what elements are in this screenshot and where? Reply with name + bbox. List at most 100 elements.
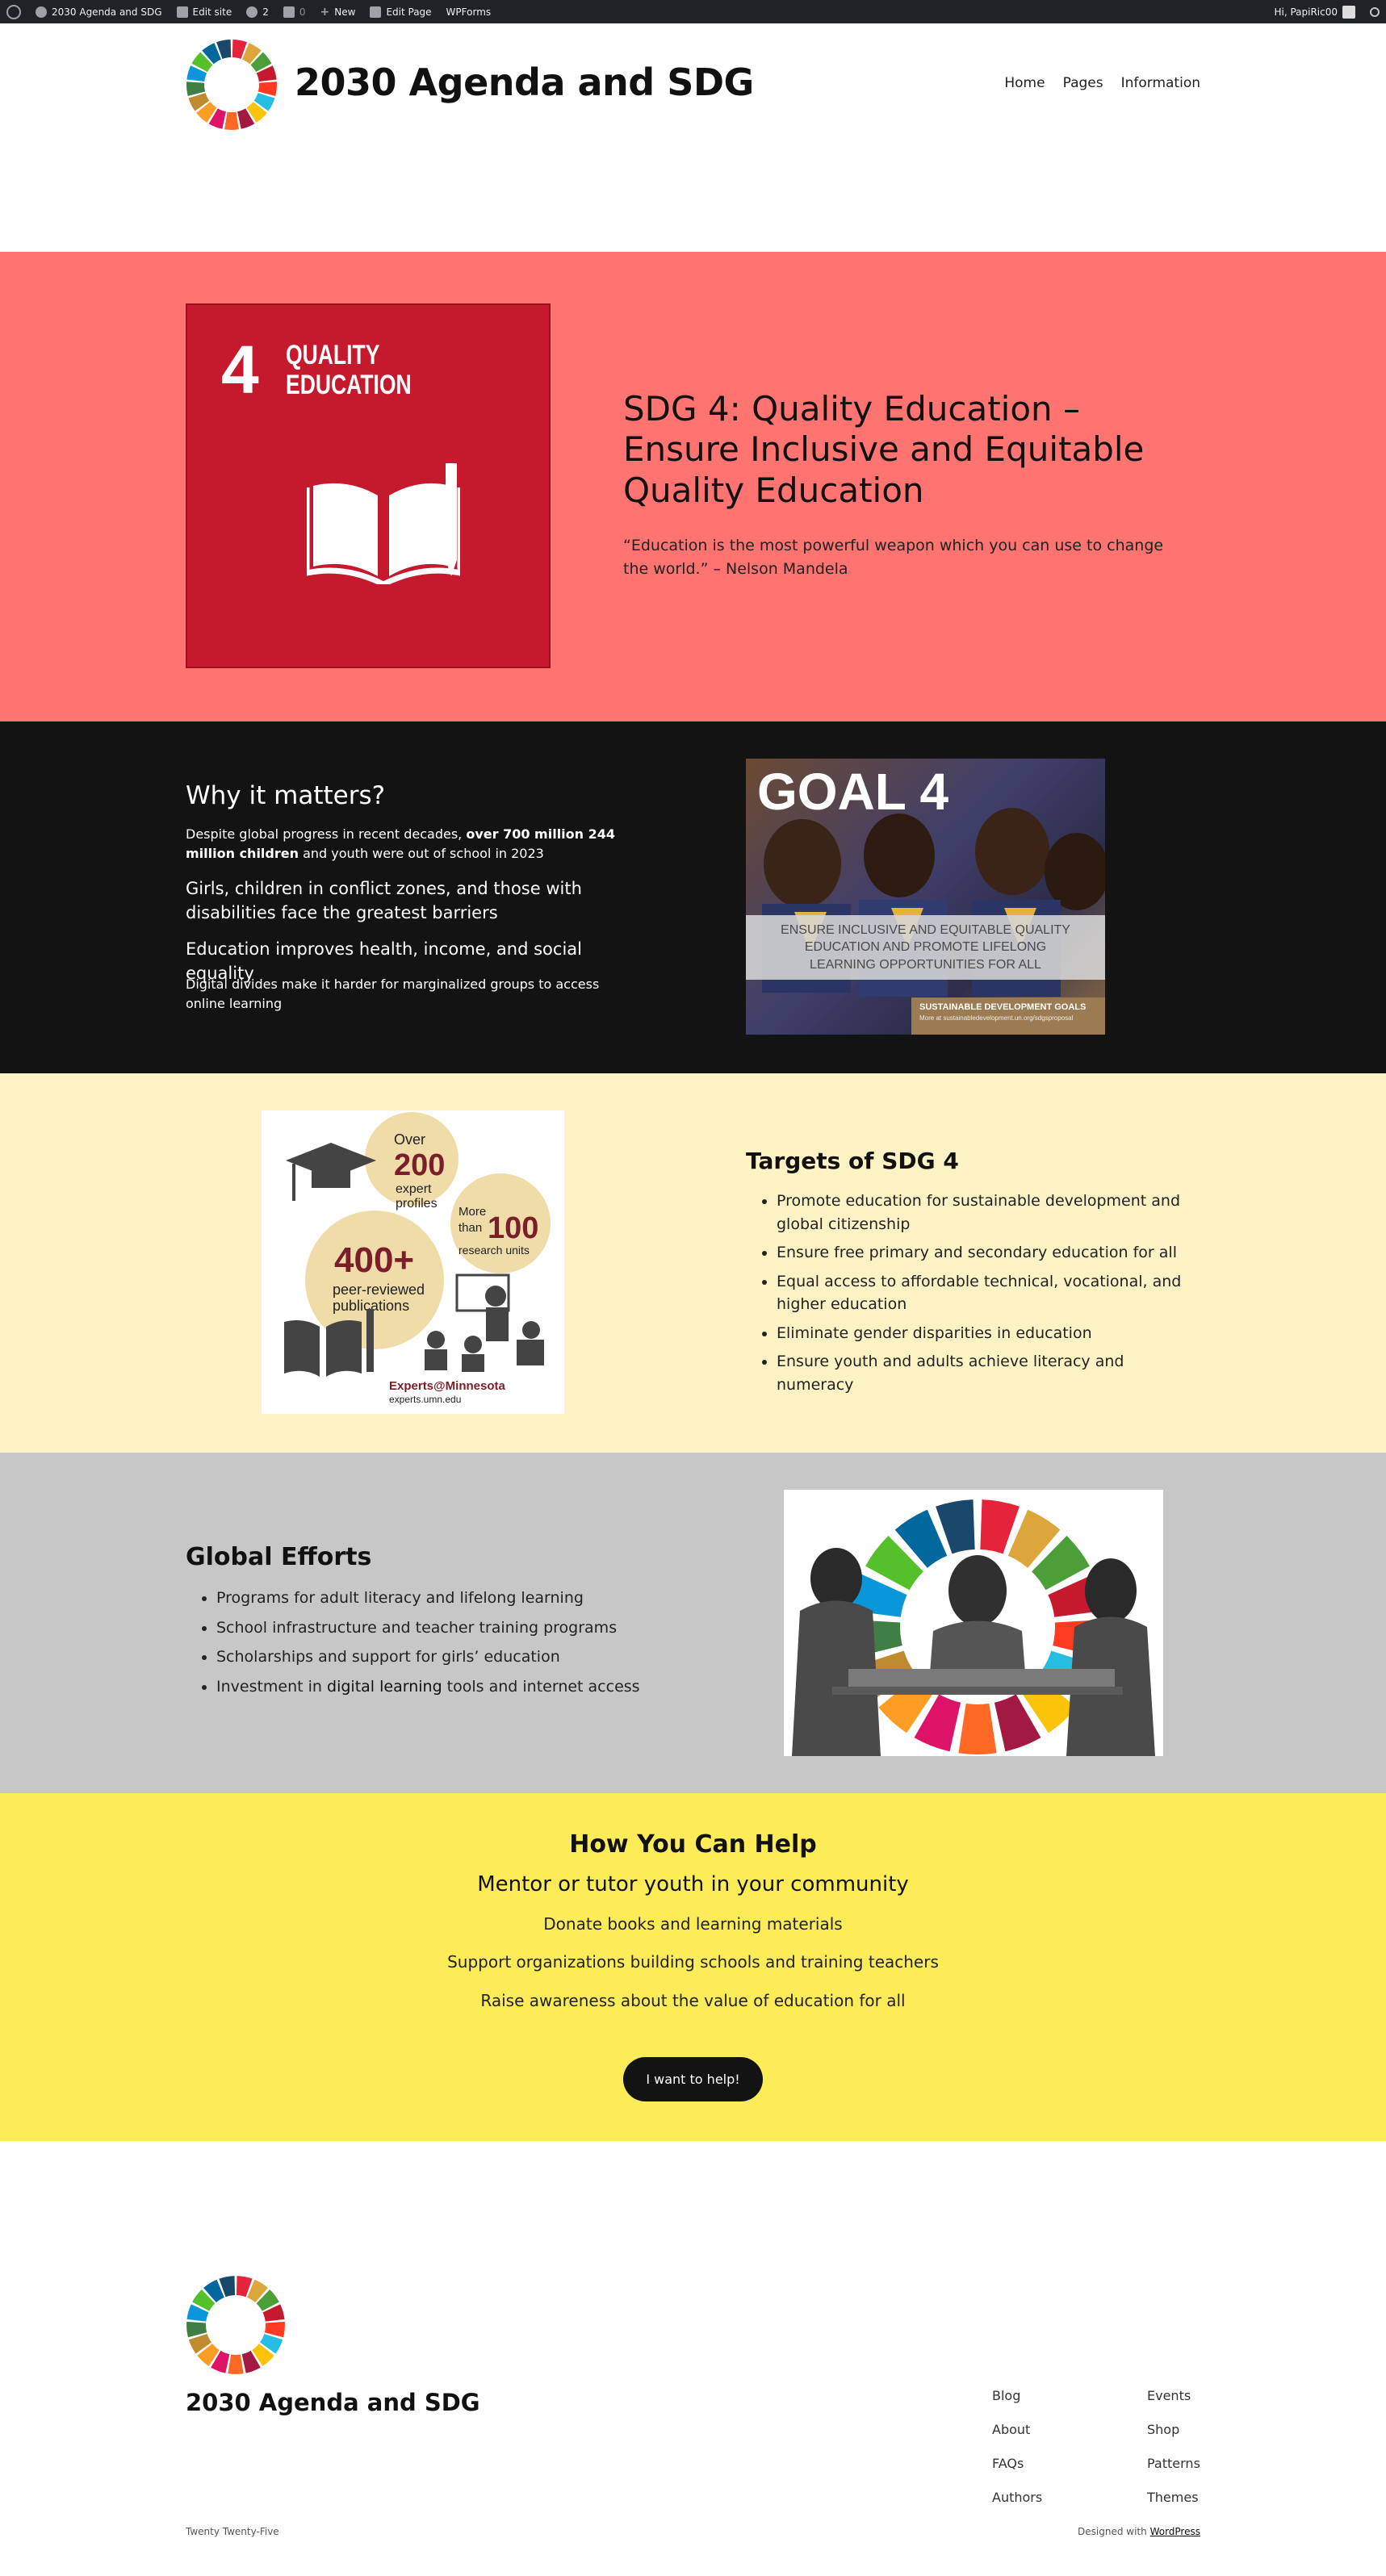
why-section: Why it matters? Despite global progress … (0, 721, 1386, 1073)
list-item: Ensure youth and adults achieve literacy… (777, 1350, 1196, 1396)
experts-brand: Experts@Minnesota (389, 1379, 505, 1393)
students-wheel-photo (784, 1490, 1163, 1756)
wheel-segment (228, 2354, 244, 2374)
new-label: New (334, 6, 356, 18)
edit-site-link[interactable]: Edit site (176, 6, 232, 18)
list-item: School infrastructure and teacher traini… (216, 1616, 685, 1640)
experts-url: experts.umn.edu (389, 1394, 461, 1405)
list-item: Equal access to affordable technical, vo… (777, 1270, 1196, 1316)
comments-link[interactable]: 0 (283, 6, 306, 18)
why-paragraph-2: Girls, children in conflict zones, and t… (186, 879, 582, 923)
main-nav: Home Pages Information (1004, 75, 1200, 91)
edit-page-link[interactable]: Edit Page (370, 6, 432, 18)
list-item: Investment in digital learning tools and… (216, 1675, 685, 1699)
global-item4-prefix: Investment in (216, 1677, 328, 1696)
help-heading: How You Can Help (569, 1830, 817, 1859)
footer-link-blog[interactable]: Blog (992, 2390, 1042, 2423)
site-title[interactable]: 2030 Agenda and SDG (295, 61, 754, 104)
footer-nav-col-1: Blog About FAQs Authors (992, 2390, 1042, 2525)
sdg4-card-image: 4 QUALITY EDUCATION (186, 303, 551, 668)
targets-section: Over 200 expert profiles More than 100 r… (0, 1073, 1386, 1453)
sdg-card-number: 4 (221, 332, 259, 408)
goal-image-title: GOAL 4 (757, 763, 949, 821)
why-p1-prefix: Despite global progress in recent decade… (186, 826, 467, 842)
nav-information[interactable]: Information (1121, 75, 1200, 91)
dashboard-icon (36, 6, 47, 18)
digital-learning-link[interactable]: digital learning (327, 1678, 442, 1696)
brush-icon (176, 6, 188, 18)
list-item: Eliminate gender disparities in educatio… (777, 1322, 1196, 1345)
footer-link-faqs[interactable]: FAQs (992, 2457, 1042, 2491)
hero-quote: “Education is the most powerful weapon w… (623, 537, 1164, 578)
footer-link-about[interactable]: About (992, 2423, 1042, 2457)
wheel-segment (186, 2321, 207, 2338)
help-line-3: Support organizations building schools a… (447, 1952, 939, 1972)
experts-peer-1: peer-reviewed (333, 1282, 425, 1298)
experts-200: 200 (394, 1148, 445, 1182)
experts-100: 100 (488, 1211, 538, 1245)
why-p1-suffix: and youth were out of school in 2023 (299, 846, 544, 861)
admin-site-name[interactable]: 2030 Agenda and SDG (36, 6, 162, 18)
goal-badge-sub: More at sustainabledevelopment.un.org/sd… (919, 1014, 1074, 1022)
book-pencil-icon (307, 463, 460, 584)
edit-site-label: Edit site (192, 6, 232, 18)
footer-logo[interactable] (186, 2275, 286, 2375)
new-content-link[interactable]: + New (320, 6, 356, 19)
footer-theme-name: Twenty Twenty-Five (186, 2526, 279, 2537)
footer-site-title[interactable]: 2030 Agenda and SDG (186, 2389, 480, 2416)
footer-link-patterns[interactable]: Patterns (1147, 2457, 1200, 2491)
experts-minnesota-image: Over 200 expert profiles More than 100 r… (262, 1110, 564, 1414)
why-heading: Why it matters? (186, 781, 386, 810)
admin-bar: 2030 Agenda and SDG Edit site 2 0 + New E… (0, 0, 1386, 23)
wheel-segment (264, 2321, 285, 2338)
wpforms-link[interactable]: WPForms (446, 6, 492, 18)
sdg-card-label-line1: QUALITY (286, 340, 380, 370)
comment-icon (283, 6, 295, 18)
wordpress-link[interactable]: WordPress (1150, 2526, 1200, 2537)
footer-link-themes[interactable]: Themes (1147, 2491, 1200, 2525)
footer-credit: Designed with WordPress (1078, 2526, 1200, 2537)
help-line-2: Donate books and learning materials (543, 1914, 843, 1934)
nav-home[interactable]: Home (1004, 75, 1045, 91)
experts-profiles-2: profiles (396, 1197, 438, 1211)
footer-link-authors[interactable]: Authors (992, 2491, 1042, 2525)
sdg-wheel-students-image (784, 1490, 1163, 1756)
admin-search-button[interactable] (1370, 6, 1380, 17)
wheel-segment (224, 111, 239, 130)
i-want-to-help-button[interactable]: I want to help! (623, 2057, 763, 2101)
targets-heading: Targets of SDG 4 (746, 1148, 959, 1174)
footer-link-events[interactable]: Events (1147, 2390, 1200, 2423)
book-icon (284, 1320, 320, 1377)
list-item: Ensure free primary and secondary educat… (777, 1241, 1196, 1265)
site-footer: 2030 Agenda and SDG Blog About FAQs Auth… (0, 2141, 1386, 2576)
pencil-icon (370, 6, 382, 18)
edit-page-label: Edit Page (386, 6, 432, 18)
experts-over: Over (394, 1131, 425, 1148)
help-line-4: Raise awareness about the value of educa… (480, 1991, 906, 2010)
global-efforts-section: Global Efforts Programs for adult litera… (0, 1453, 1386, 1793)
wheel-segment (186, 82, 206, 96)
global-item4-suffix: tools and internet access (442, 1677, 640, 1696)
nav-pages[interactable]: Pages (1063, 75, 1103, 91)
account-menu[interactable]: Hi, PapiRic00 (1274, 5, 1355, 19)
comments-count: 0 (299, 6, 306, 18)
admin-site-name-label: 2030 Agenda and SDG (52, 6, 162, 18)
site-header: 2030 Agenda and SDG Home Pages Informati… (0, 23, 1386, 252)
sdg-card-label-line2: EDUCATION (286, 370, 412, 401)
wpforms-label: WPForms (446, 6, 492, 18)
help-line-1: Mentor or tutor youth in your community (477, 1872, 909, 1896)
refresh-icon (246, 6, 258, 18)
updates-link[interactable]: 2 (246, 6, 269, 18)
list-item: Programs for adult literacy and lifelong… (216, 1587, 685, 1610)
experts-research-units: research units (459, 1244, 530, 1257)
experts-more: More (459, 1205, 486, 1219)
goal-image-band: ENSURE INCLUSIVE AND EQUITABLE QUALITY E… (746, 915, 1105, 980)
plus-icon: + (320, 5, 330, 19)
help-section: How You Can Help Mentor or tutor youth i… (0, 1793, 1386, 2141)
list-item: Scholarships and support for girls’ educ… (216, 1646, 685, 1669)
footer-link-shop[interactable]: Shop (1147, 2423, 1200, 2457)
global-heading: Global Efforts (186, 1543, 372, 1571)
search-icon (1370, 6, 1380, 17)
site-logo[interactable] (186, 39, 278, 131)
wordpress-logo-button[interactable] (6, 4, 21, 19)
